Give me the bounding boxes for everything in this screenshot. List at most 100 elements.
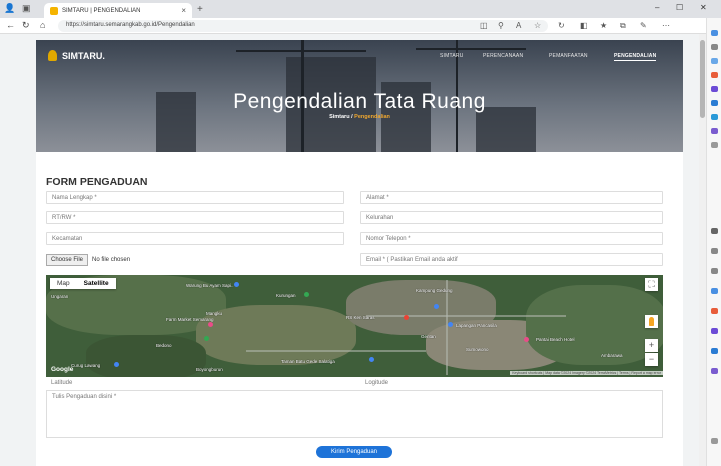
settings-icon[interactable] (711, 268, 718, 274)
map-attribution[interactable]: Keyboard shortcuts | Map data ©2024 Imag… (510, 371, 663, 375)
alamat-field[interactable]: Alamat * (360, 191, 663, 204)
reader-icon[interactable]: ◫ (480, 21, 488, 30)
road-line (446, 280, 448, 375)
refresh-page-icon[interactable]: ↻ (558, 21, 565, 30)
more-menu-icon[interactable]: ⋯ (662, 21, 670, 30)
telepon-field[interactable]: Nomor Telepon * (360, 232, 663, 245)
email-field[interactable]: Email * ( Pastikan Email anda aktif (360, 253, 663, 266)
zoom-in-button[interactable]: + (645, 339, 658, 352)
tab-simtaru[interactable]: SIMTARU | PENGENDALIAN × (44, 3, 192, 18)
nav-perencanaan[interactable]: PERENCANAAN (483, 53, 523, 59)
map-type-control: Map Satellite (50, 278, 116, 289)
map-pin-icon[interactable] (524, 337, 529, 342)
breadcrumb-separator: / (351, 114, 353, 120)
file-input[interactable]: Choose File No file chosen (46, 254, 130, 266)
copilot-icon[interactable] (711, 30, 718, 36)
map-label: Taman Batu Gede Salatiga (281, 359, 335, 364)
back-icon[interactable]: ← (6, 20, 15, 30)
latitude-field[interactable]: Latitude (46, 378, 344, 389)
office-icon[interactable] (711, 128, 718, 134)
map-label: Boyongburun (196, 367, 223, 372)
page-scrollbar[interactable] (699, 34, 706, 466)
nav-simtaru[interactable]: SIMTARU (440, 53, 464, 59)
copilot-icon-2[interactable] (711, 288, 718, 294)
map-label: Gentan (421, 334, 436, 339)
maximize-button[interactable]: ☐ (676, 3, 683, 12)
outlook-icon[interactable] (711, 100, 718, 106)
tab-close-icon[interactable]: × (181, 6, 186, 15)
edge-sidebar (706, 18, 721, 466)
drop-icon[interactable] (711, 114, 718, 120)
map-label: Kampung Gedung (416, 288, 453, 293)
location-map[interactable]: Map Satellite ⛶ + − Warung Bu Ayam Sapi.… (46, 275, 663, 377)
outlook-icon-2[interactable] (711, 348, 718, 354)
map-pin-icon[interactable] (234, 282, 239, 287)
terrain-patch (86, 335, 206, 377)
minimize-button[interactable]: – (655, 3, 659, 12)
office-icon-2[interactable] (711, 368, 718, 374)
kecamatan-field[interactable]: Kecamatan (46, 232, 344, 245)
map-pin-icon[interactable] (369, 357, 374, 362)
road-line (366, 315, 566, 317)
home-icon[interactable]: ⌂ (40, 20, 45, 30)
site-logo[interactable]: SIMTARU. (48, 50, 105, 61)
complaint-textarea[interactable]: Tulis Pengaduan disini * (46, 390, 663, 438)
split-screen-icon[interactable]: ◧ (580, 21, 588, 30)
tab-strip: 👤 ▣ SIMTARU | PENGENDALIAN × + – ☐ ✕ (0, 0, 721, 18)
map-label: Lapangan Pancasila (456, 323, 497, 328)
nav-pemanfaatan[interactable]: PEMANFAATAN (549, 53, 588, 59)
collections-icon[interactable]: ⧉ (620, 21, 626, 31)
fullscreen-button[interactable]: ⛶ (645, 278, 658, 291)
games-icon-2[interactable] (711, 328, 718, 334)
kelurahan-field[interactable]: Kelurahan (360, 211, 663, 224)
tab-title: SIMTARU | PENGENDALIAN (62, 7, 141, 14)
scroll-thumb[interactable] (700, 40, 705, 118)
map-pin-icon[interactable] (114, 362, 119, 367)
map-pin-icon[interactable] (434, 304, 439, 309)
map-pin-icon[interactable] (404, 315, 409, 320)
nav-pengendalian[interactable]: PENGENDALIAN (614, 53, 657, 61)
zoom-icon[interactable]: ⚲ (498, 21, 504, 30)
map-pin-icon[interactable] (304, 292, 309, 297)
longitude-field[interactable]: Logitude (360, 378, 663, 389)
sidebar-tool-icon[interactable] (711, 142, 718, 148)
terrain-patch (526, 285, 663, 365)
rtrw-field[interactable]: RT/RW * (46, 211, 344, 224)
map-pin-icon[interactable] (208, 322, 213, 327)
nama-field[interactable]: Nama Lengkap * (46, 191, 344, 204)
map-label: Pantai Beach Hotel (536, 337, 575, 342)
map-type-map[interactable]: Map (50, 278, 77, 289)
breadcrumb-home[interactable]: Simtaru (329, 114, 349, 120)
profile-icon[interactable]: 👤 (4, 3, 15, 14)
submit-button[interactable]: Kirim Pengaduan (316, 446, 392, 458)
map-pin-icon[interactable] (204, 336, 209, 341)
map-pin-icon[interactable] (448, 322, 453, 327)
vertical-tabs-icon[interactable]: ▣ (22, 3, 31, 14)
favorite-star-icon[interactable]: ☆ (534, 21, 541, 30)
browser-window: 👤 ▣ SIMTARU | PENGENDALIAN × + – ☐ ✕ ← ↻… (0, 0, 721, 466)
games-icon[interactable] (711, 86, 718, 92)
map-label: Curug Lawang (71, 363, 101, 368)
extensions-icon[interactable]: ✎ (640, 21, 647, 30)
new-tab-button[interactable]: + (197, 4, 203, 15)
address-bar[interactable]: https://simtaru.semarangkab.go.id/Pengen… (58, 20, 548, 32)
pegman-icon[interactable] (645, 315, 658, 328)
google-logo: Google (51, 366, 74, 373)
search-icon[interactable] (711, 44, 718, 50)
close-window-button[interactable]: ✕ (700, 3, 707, 12)
tools-icon[interactable] (711, 58, 718, 64)
read-aloud-icon[interactable]: A (516, 21, 521, 30)
shopping-icon-2[interactable] (711, 308, 718, 314)
screenshot-icon[interactable] (711, 228, 718, 234)
choose-file-button[interactable]: Choose File (46, 254, 89, 266)
refresh-icon[interactable]: ↻ (22, 20, 30, 31)
favorites-icon[interactable]: ★ (600, 21, 607, 30)
window-icon[interactable] (711, 248, 718, 254)
crane-shape (236, 50, 366, 52)
page-content: SIMTARU. SIMTARU PERENCANAAN PEMANFAATAN… (36, 40, 683, 466)
map-type-satellite[interactable]: Satellite (77, 278, 116, 289)
road-line (246, 350, 426, 352)
shopping-icon[interactable] (711, 72, 718, 78)
zoom-out-button[interactable]: − (645, 353, 658, 366)
add-icon[interactable] (711, 438, 718, 444)
